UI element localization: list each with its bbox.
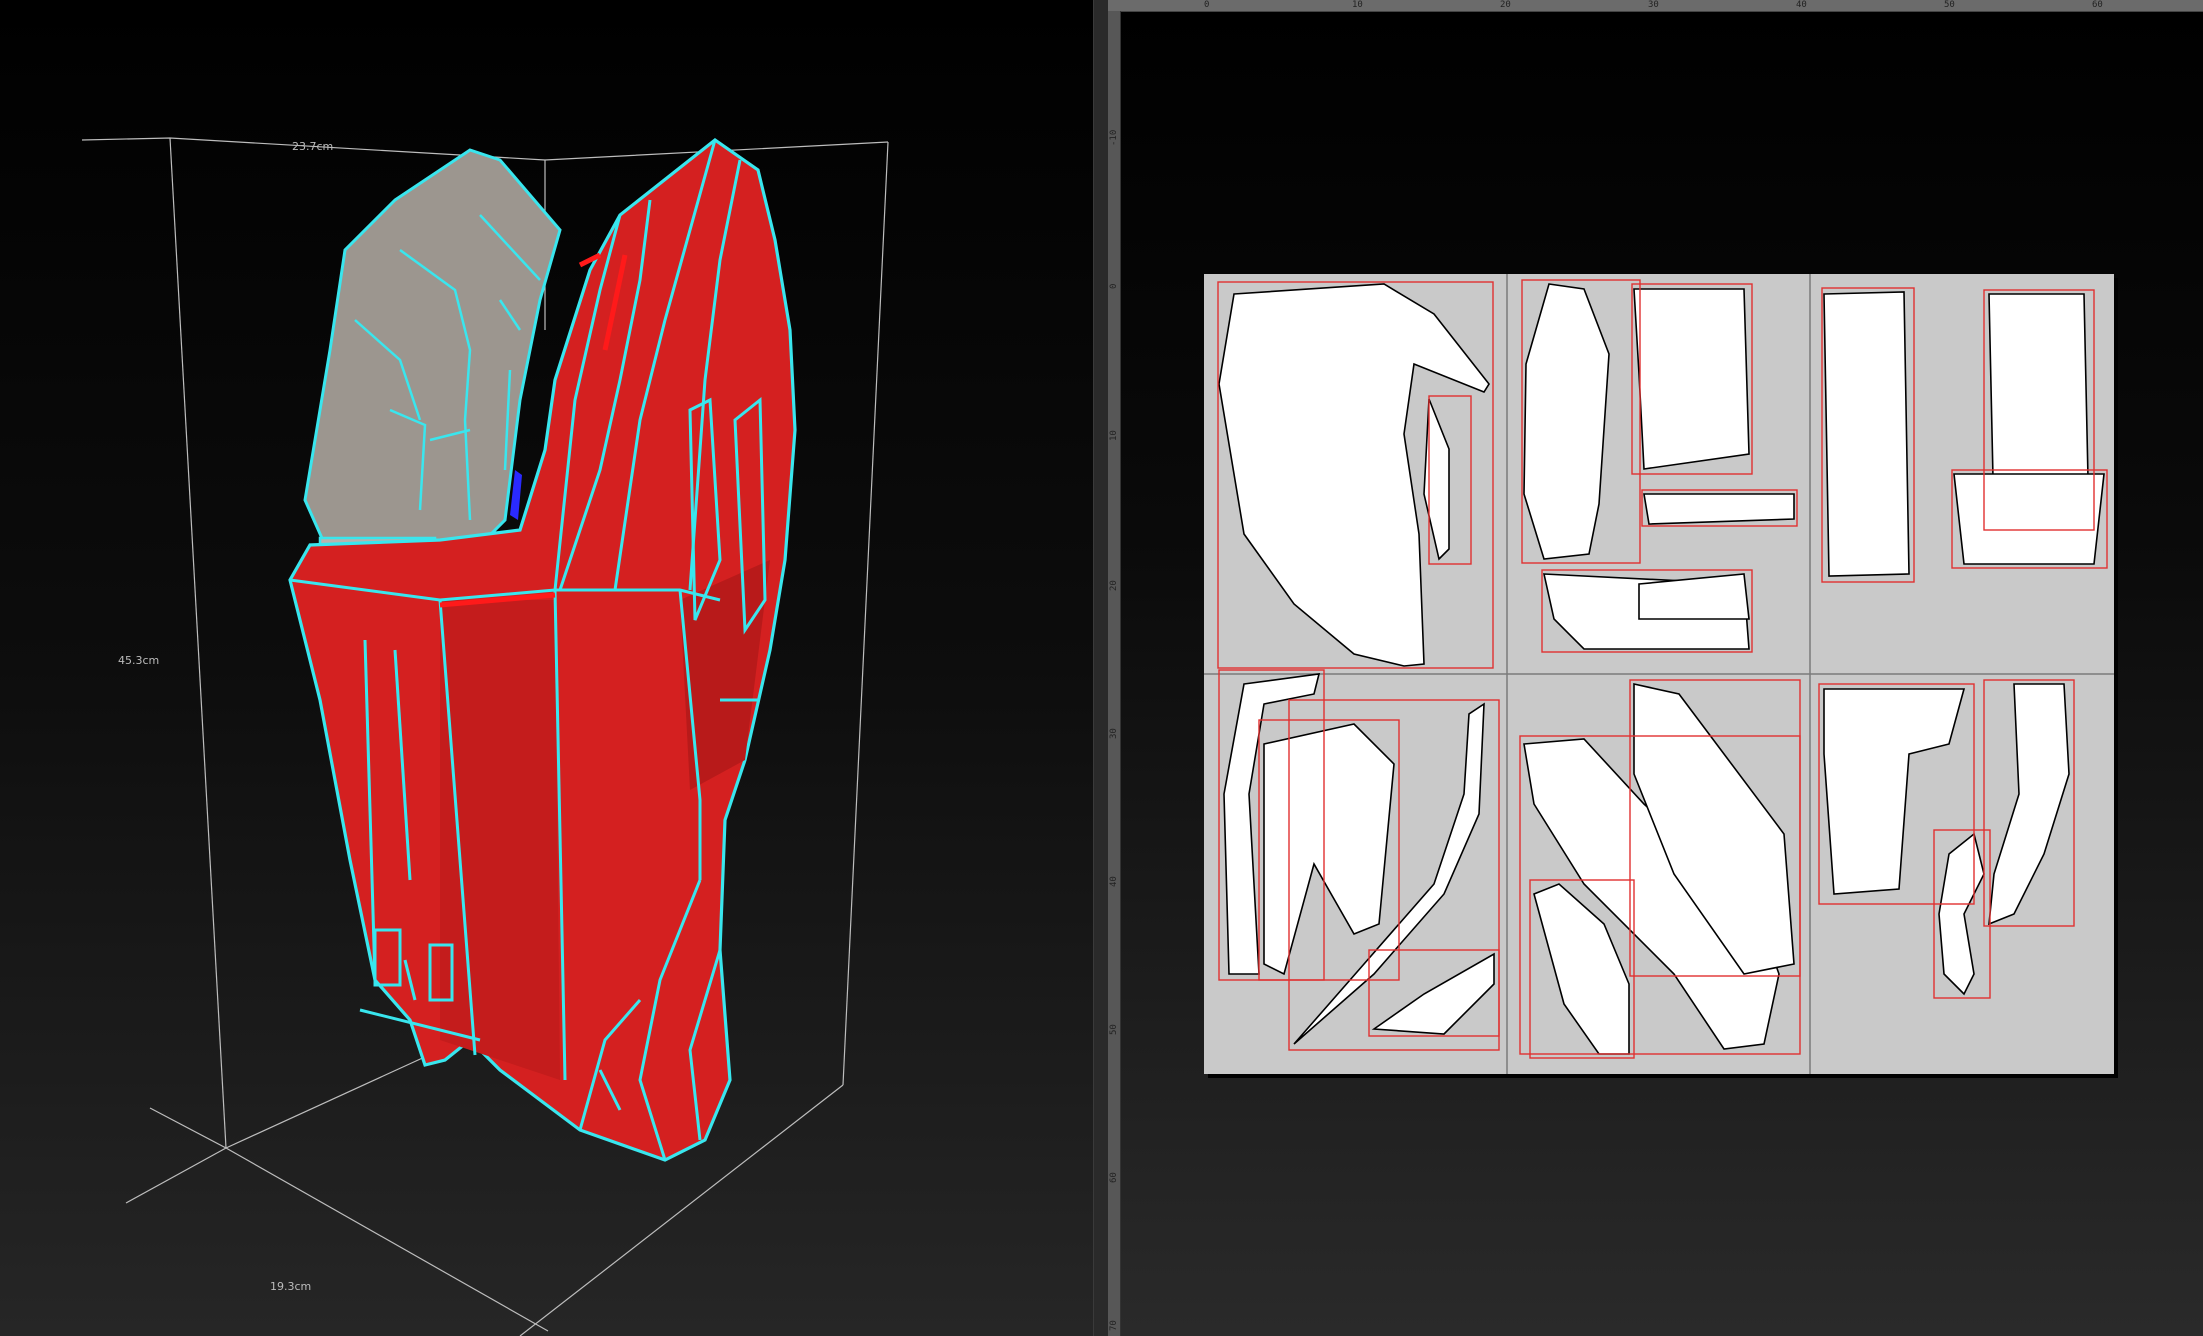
ruler-h-label: 40: [1796, 0, 1807, 10]
pattern-part[interactable]: [1938, 832, 1985, 996]
pattern-sheet[interactable]: [1204, 274, 2114, 1074]
ruler-v-label: 0: [1109, 283, 1119, 289]
pattern-part[interactable]: [1371, 952, 1495, 1035]
ruler-v-label: 30: [1109, 728, 1119, 739]
ruler-h-label: 30: [1648, 0, 1659, 10]
pattern-part[interactable]: [1643, 493, 1795, 525]
horizontal-ruler[interactable]: 0 10 20 30 40 50 60: [1108, 0, 2203, 12]
dimension-depth-label: 19.3cm: [270, 1280, 312, 1293]
ruler-v-label: 60: [1109, 1172, 1119, 1183]
ruler-v-label: 70: [1109, 1320, 1119, 1331]
ruler-v-label: 50: [1109, 1024, 1119, 1035]
model-interior-face: [303, 148, 562, 547]
ruler-v-label: -10: [1109, 129, 1119, 146]
pattern-part[interactable]: [1988, 683, 2070, 926]
ruler-v-label: 10: [1109, 430, 1119, 441]
2d-layout-viewport[interactable]: 0 10 20 30 40 50 60 -10 0 10 20 30 40 50…: [1108, 0, 2203, 1336]
pattern-part[interactable]: [1263, 723, 1395, 976]
3d-viewport[interactable]: 23.7cm 45.3cm 19.3cm: [0, 0, 1093, 1336]
vertical-ruler[interactable]: -10 0 10 20 30 40 50 60 70: [1108, 11, 1121, 1336]
pattern-part[interactable]: [1823, 688, 1966, 895]
pattern-part[interactable]: [1823, 291, 1910, 577]
pattern-part[interactable]: [1953, 473, 2105, 565]
dimension-height-label: 45.3cm: [118, 654, 160, 667]
ruler-v-label: 20: [1109, 580, 1119, 591]
ruler-h-label: 0: [1204, 0, 1210, 10]
pattern-part[interactable]: [1423, 398, 1450, 561]
ruler-h-label: 60: [2092, 0, 2103, 10]
pattern-part[interactable]: [1523, 283, 1610, 560]
dimension-width-label: 23.7cm: [292, 140, 334, 153]
3d-scene[interactable]: [0, 0, 1093, 1336]
ruler-h-label: 20: [1500, 0, 1511, 10]
pattern-parts[interactable]: [1204, 274, 2114, 1074]
ruler-h-label: 50: [1944, 0, 1955, 10]
ruler-v-label: 40: [1109, 876, 1119, 887]
ruler-h-label: 10: [1352, 0, 1363, 10]
pattern-part[interactable]: [1633, 288, 1750, 470]
